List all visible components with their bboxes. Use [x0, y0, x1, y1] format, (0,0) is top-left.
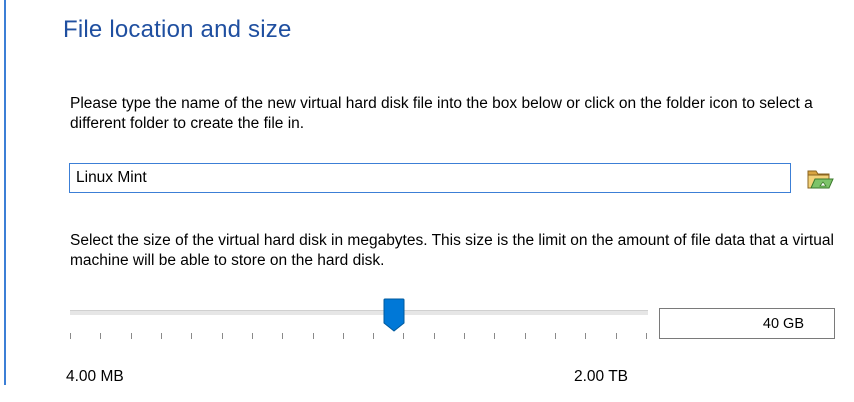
slider-tick	[342, 333, 344, 339]
slider-ticks	[70, 333, 648, 341]
page-title: File location and size	[63, 16, 292, 43]
size-instructions: Select the size of the virtual hard disk…	[70, 232, 834, 269]
slider-tick	[524, 333, 526, 339]
slider-tick	[160, 333, 162, 339]
slider-tick	[100, 333, 102, 339]
slider-tick	[191, 333, 193, 339]
slider-tick	[494, 333, 496, 339]
min-size-label: 4.00 MB	[66, 368, 124, 385]
slider-tick	[130, 333, 132, 339]
file-name-input[interactable]	[69, 163, 791, 193]
max-size-label: 2.00 TB	[574, 368, 629, 385]
slider-tick	[433, 333, 435, 339]
size-slider[interactable]	[70, 293, 648, 343]
slider-tick	[403, 333, 405, 339]
slider-tick	[312, 333, 314, 339]
slider-tick	[221, 333, 223, 339]
slider-tick	[646, 333, 647, 339]
slider-tick	[251, 333, 253, 339]
file-location-and-size-page: File location and size Please type the n…	[0, 0, 854, 402]
left-divider	[4, 0, 6, 385]
slider-track[interactable]	[70, 310, 648, 315]
slider-tick	[282, 333, 284, 339]
choose-folder-button[interactable]	[806, 165, 834, 191]
slider-tick	[555, 333, 557, 339]
slider-tick	[585, 333, 587, 339]
folder-open-icon	[807, 170, 834, 189]
slider-tick	[70, 333, 71, 339]
location-instructions: Please type the name of the new virtual …	[70, 95, 813, 132]
slider-tick	[464, 333, 466, 339]
slider-tick	[615, 333, 617, 339]
slider-thumb[interactable]	[383, 298, 405, 332]
slider-tick	[373, 333, 375, 339]
size-value-input[interactable]	[659, 308, 835, 339]
